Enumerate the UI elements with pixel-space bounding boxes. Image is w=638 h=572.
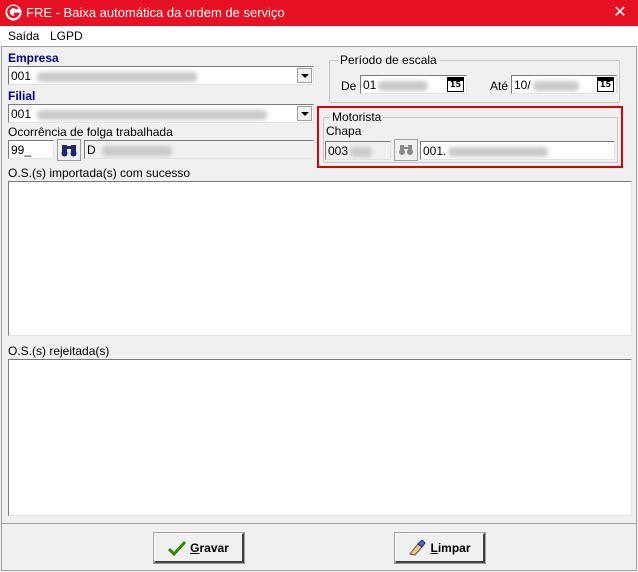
empresa-select[interactable]: 001 [8,66,314,85]
chapa-value: 003 [328,144,349,158]
redacted-text [350,146,373,157]
close-icon[interactable]: ✕ [610,2,630,22]
binoculars-icon [61,145,77,157]
ocorrencia-code-input[interactable]: 99_ [8,140,54,159]
date-to-value: 10/ [514,78,531,92]
gravar-label: Gravar [190,541,229,555]
rejected-label: O.S.(s) rejeitada(s) [8,344,110,358]
chevron-down-icon[interactable] [297,106,312,121]
date-to-input[interactable]: 10/ 15 [511,75,617,94]
gravar-label-rest: ravar [199,540,229,555]
redacted-text [378,80,429,91]
menu-item-lgpd[interactable]: LGPD [50,29,83,43]
limpar-label-rest: impar [437,540,471,555]
ate-label: Até [490,79,509,93]
search-motorista-button[interactable] [394,139,418,161]
filial-value: 001 [11,107,32,121]
motorista-name-field[interactable]: 001. [420,141,615,160]
app-logo-icon [5,4,22,21]
de-label: De [341,79,357,93]
limpar-label: Limpar [430,541,470,555]
binoculars-icon [399,145,413,155]
imported-list[interactable] [8,181,632,336]
redacted-text [101,145,172,156]
redacted-text [37,71,198,82]
empresa-label: Empresa [8,51,59,65]
filial-select[interactable]: 001 [8,104,314,123]
gravar-button[interactable]: Gravar [153,532,245,564]
chapa-input[interactable]: 003 [325,141,391,160]
redacted-text [532,80,579,91]
menu-item-saida[interactable]: Saída [8,29,39,43]
redacted-text [448,146,549,157]
ocorrencia-label: Ocorrência de folga trabalhada [8,125,173,139]
form-body: Empresa 001 Filial 001 Ocorrência de fol… [1,46,637,571]
checkmark-icon [168,540,187,556]
menu-bar: Saída LGPD [0,26,638,46]
rejected-list[interactable] [8,359,632,516]
ocorrencia-description: D [84,140,314,159]
calendar-icon[interactable]: 15 [447,77,464,92]
motorista-title: Motorista [330,110,384,124]
imported-label: O.S.(s) importada(s) com sucesso [8,166,191,180]
motorista-name-value: 001. [423,144,447,158]
title-bar: FRE - Baixa automática da ordem de servi… [0,0,638,26]
ocorrencia-code-value: 99_ [11,143,32,157]
chapa-label: Chapa [326,124,362,138]
button-panel: Gravar Limpar [2,523,636,570]
calendar-icon[interactable]: 15 [597,77,614,92]
ocorrencia-description-value: D [87,143,96,157]
filial-label: Filial [8,89,36,103]
redacted-text [37,109,268,120]
empresa-value: 001 [11,69,32,83]
limpar-mnemonic: L [430,540,438,555]
eraser-icon [409,539,427,556]
date-from-value: 01 [363,78,377,92]
chevron-down-icon[interactable] [297,68,312,83]
date-from-input[interactable]: 01 15 [360,75,467,94]
search-button[interactable] [57,139,81,161]
periodo-title: Período de escala [338,53,439,67]
window-title: FRE - Baixa automática da ordem de servi… [26,5,285,20]
limpar-button[interactable]: Limpar [394,532,486,564]
